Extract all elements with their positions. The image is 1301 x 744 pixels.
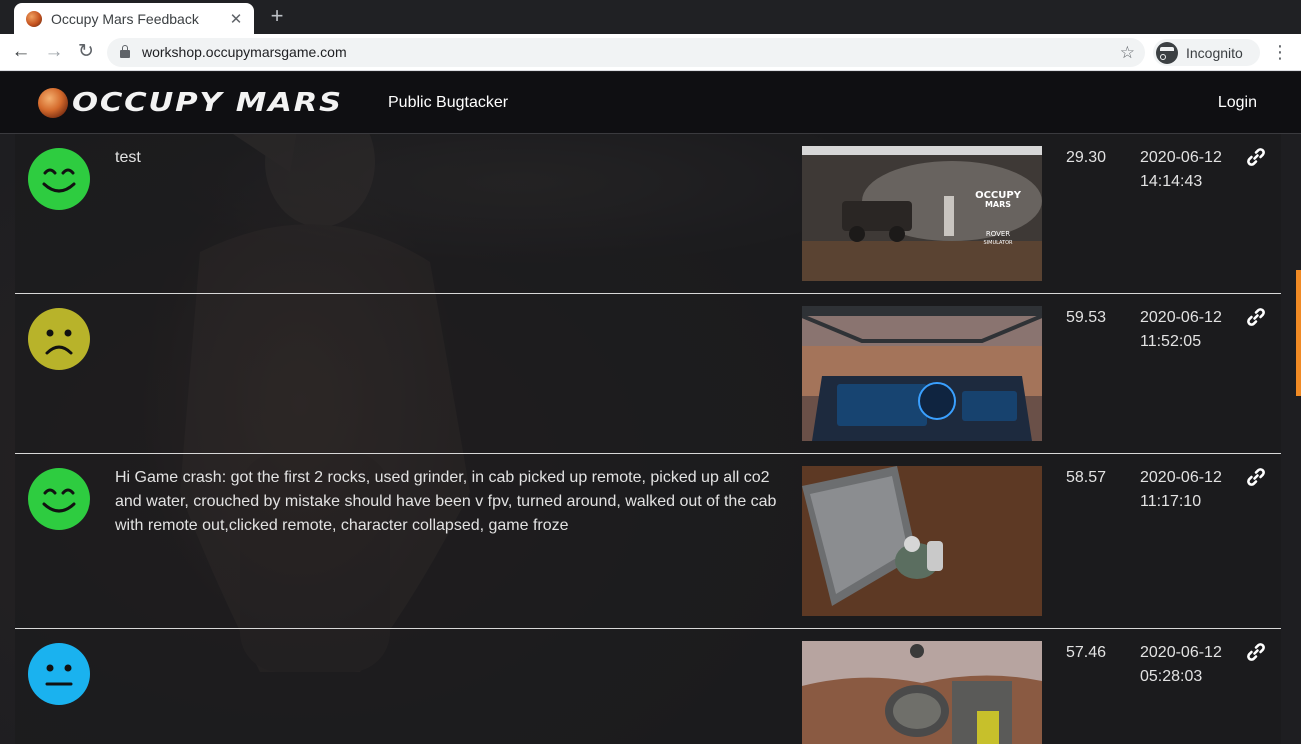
occupy-mars-logo[interactable]: OCCUPY MARS bbox=[38, 87, 341, 119]
feedback-date: 2020-06-12 14:14:43 bbox=[1140, 146, 1250, 194]
permalink-icon[interactable] bbox=[1246, 467, 1266, 487]
time-text: 14:14:43 bbox=[1140, 173, 1203, 190]
back-arrow-icon[interactable]: ← bbox=[8, 40, 34, 64]
permalink-icon[interactable] bbox=[1246, 147, 1266, 167]
browser-tab[interactable]: Occupy Mars Feedback ✕ bbox=[14, 3, 254, 34]
permalink-icon[interactable] bbox=[1246, 307, 1266, 327]
feedback-entry: 59.53 2020-06-12 11:52:05 bbox=[15, 294, 1281, 454]
screenshot-thumbnail[interactable] bbox=[802, 641, 1042, 744]
forward-arrow-icon[interactable]: → bbox=[41, 40, 67, 64]
logo-text: OCCUPY MARS bbox=[72, 88, 343, 118]
feedback-score: 29.30 bbox=[1066, 149, 1107, 166]
thumbnail-rover-line1: ROVER bbox=[986, 230, 1010, 238]
screenshot-thumbnail[interactable]: OCCUPY MARS ROVER SIMULATOR bbox=[802, 146, 1042, 281]
site-page: OCCUPY MARS Public Bugtacker Login test bbox=[0, 72, 1301, 744]
feedback-date: 2020-06-12 05:28:03 bbox=[1140, 641, 1250, 689]
feedback-comment: test bbox=[115, 149, 141, 166]
screenshot-thumbnail[interactable] bbox=[802, 306, 1042, 441]
close-tab-icon[interactable]: ✕ bbox=[228, 10, 244, 28]
incognito-icon bbox=[1156, 41, 1178, 64]
feedback-entry: test OCCUPY MARS ROVER SIMULATOR 29.30 2… bbox=[15, 134, 1281, 294]
feedback-list: test OCCUPY MARS ROVER SIMULATOR 29.30 2… bbox=[15, 134, 1281, 744]
reload-icon[interactable]: ↻ bbox=[73, 40, 99, 64]
nav-title[interactable]: Public Bugtacker bbox=[388, 72, 508, 134]
new-tab-button[interactable]: + bbox=[266, 5, 288, 27]
happy-face-icon bbox=[28, 148, 90, 210]
browser-toolbar: ← → ↻ workshop.occupymarsgame.com ☆ Inco… bbox=[0, 34, 1301, 71]
login-link[interactable]: Login bbox=[1218, 72, 1257, 134]
incognito-profile-button[interactable]: Incognito bbox=[1153, 39, 1260, 66]
feedback-entry: Hi Game crash: got the first 2 rocks, us… bbox=[15, 454, 1281, 629]
screenshot-thumbnail[interactable] bbox=[802, 466, 1042, 616]
time-text: 11:17:10 bbox=[1140, 493, 1202, 510]
date-text: 2020-06-12 bbox=[1140, 644, 1222, 661]
time-text: 11:52:05 bbox=[1140, 333, 1202, 350]
feedback-entry: 57.46 2020-06-12 05:28:03 bbox=[15, 629, 1281, 744]
address-bar[interactable]: workshop.occupymarsgame.com ☆ bbox=[107, 38, 1145, 67]
site-navbar: OCCUPY MARS Public Bugtacker Login bbox=[0, 72, 1301, 134]
feedback-score: 57.46 bbox=[1066, 644, 1107, 661]
date-text: 2020-06-12 bbox=[1140, 469, 1222, 486]
thumbnail-logo-line2: MARS bbox=[985, 200, 1011, 209]
thumbnail-rover-line2: SIMULATOR bbox=[983, 240, 1013, 246]
feedback-score: 59.53 bbox=[1066, 309, 1107, 326]
feedback-date: 2020-06-12 11:52:05 bbox=[1140, 306, 1250, 354]
incognito-label: Incognito bbox=[1186, 44, 1243, 61]
permalink-icon[interactable] bbox=[1246, 642, 1266, 662]
site-favicon-icon bbox=[26, 10, 42, 27]
browser-tab-bar: Occupy Mars Feedback ✕ + bbox=[0, 0, 1301, 34]
feedback-comment: Hi Game crash: got the first 2 rocks, us… bbox=[115, 469, 777, 534]
bookmark-star-icon[interactable]: ☆ bbox=[1120, 38, 1135, 67]
sad-face-icon bbox=[28, 308, 90, 370]
browser-menu-icon[interactable]: ⋮ bbox=[1270, 40, 1290, 64]
time-text: 05:28:03 bbox=[1140, 668, 1203, 685]
happy-face-icon bbox=[28, 468, 90, 530]
date-text: 2020-06-12 bbox=[1140, 309, 1222, 326]
url-text[interactable]: workshop.occupymarsgame.com bbox=[142, 38, 347, 67]
tab-title: Occupy Mars Feedback bbox=[51, 10, 199, 27]
mars-planet-icon bbox=[38, 88, 68, 118]
date-text: 2020-06-12 bbox=[1140, 149, 1222, 166]
lock-icon bbox=[120, 45, 130, 58]
feedback-score: 58.57 bbox=[1066, 469, 1107, 486]
feedback-date: 2020-06-12 11:17:10 bbox=[1140, 466, 1250, 514]
scrollbar-thumb[interactable] bbox=[1296, 270, 1301, 396]
neutral-face-icon bbox=[28, 643, 90, 705]
